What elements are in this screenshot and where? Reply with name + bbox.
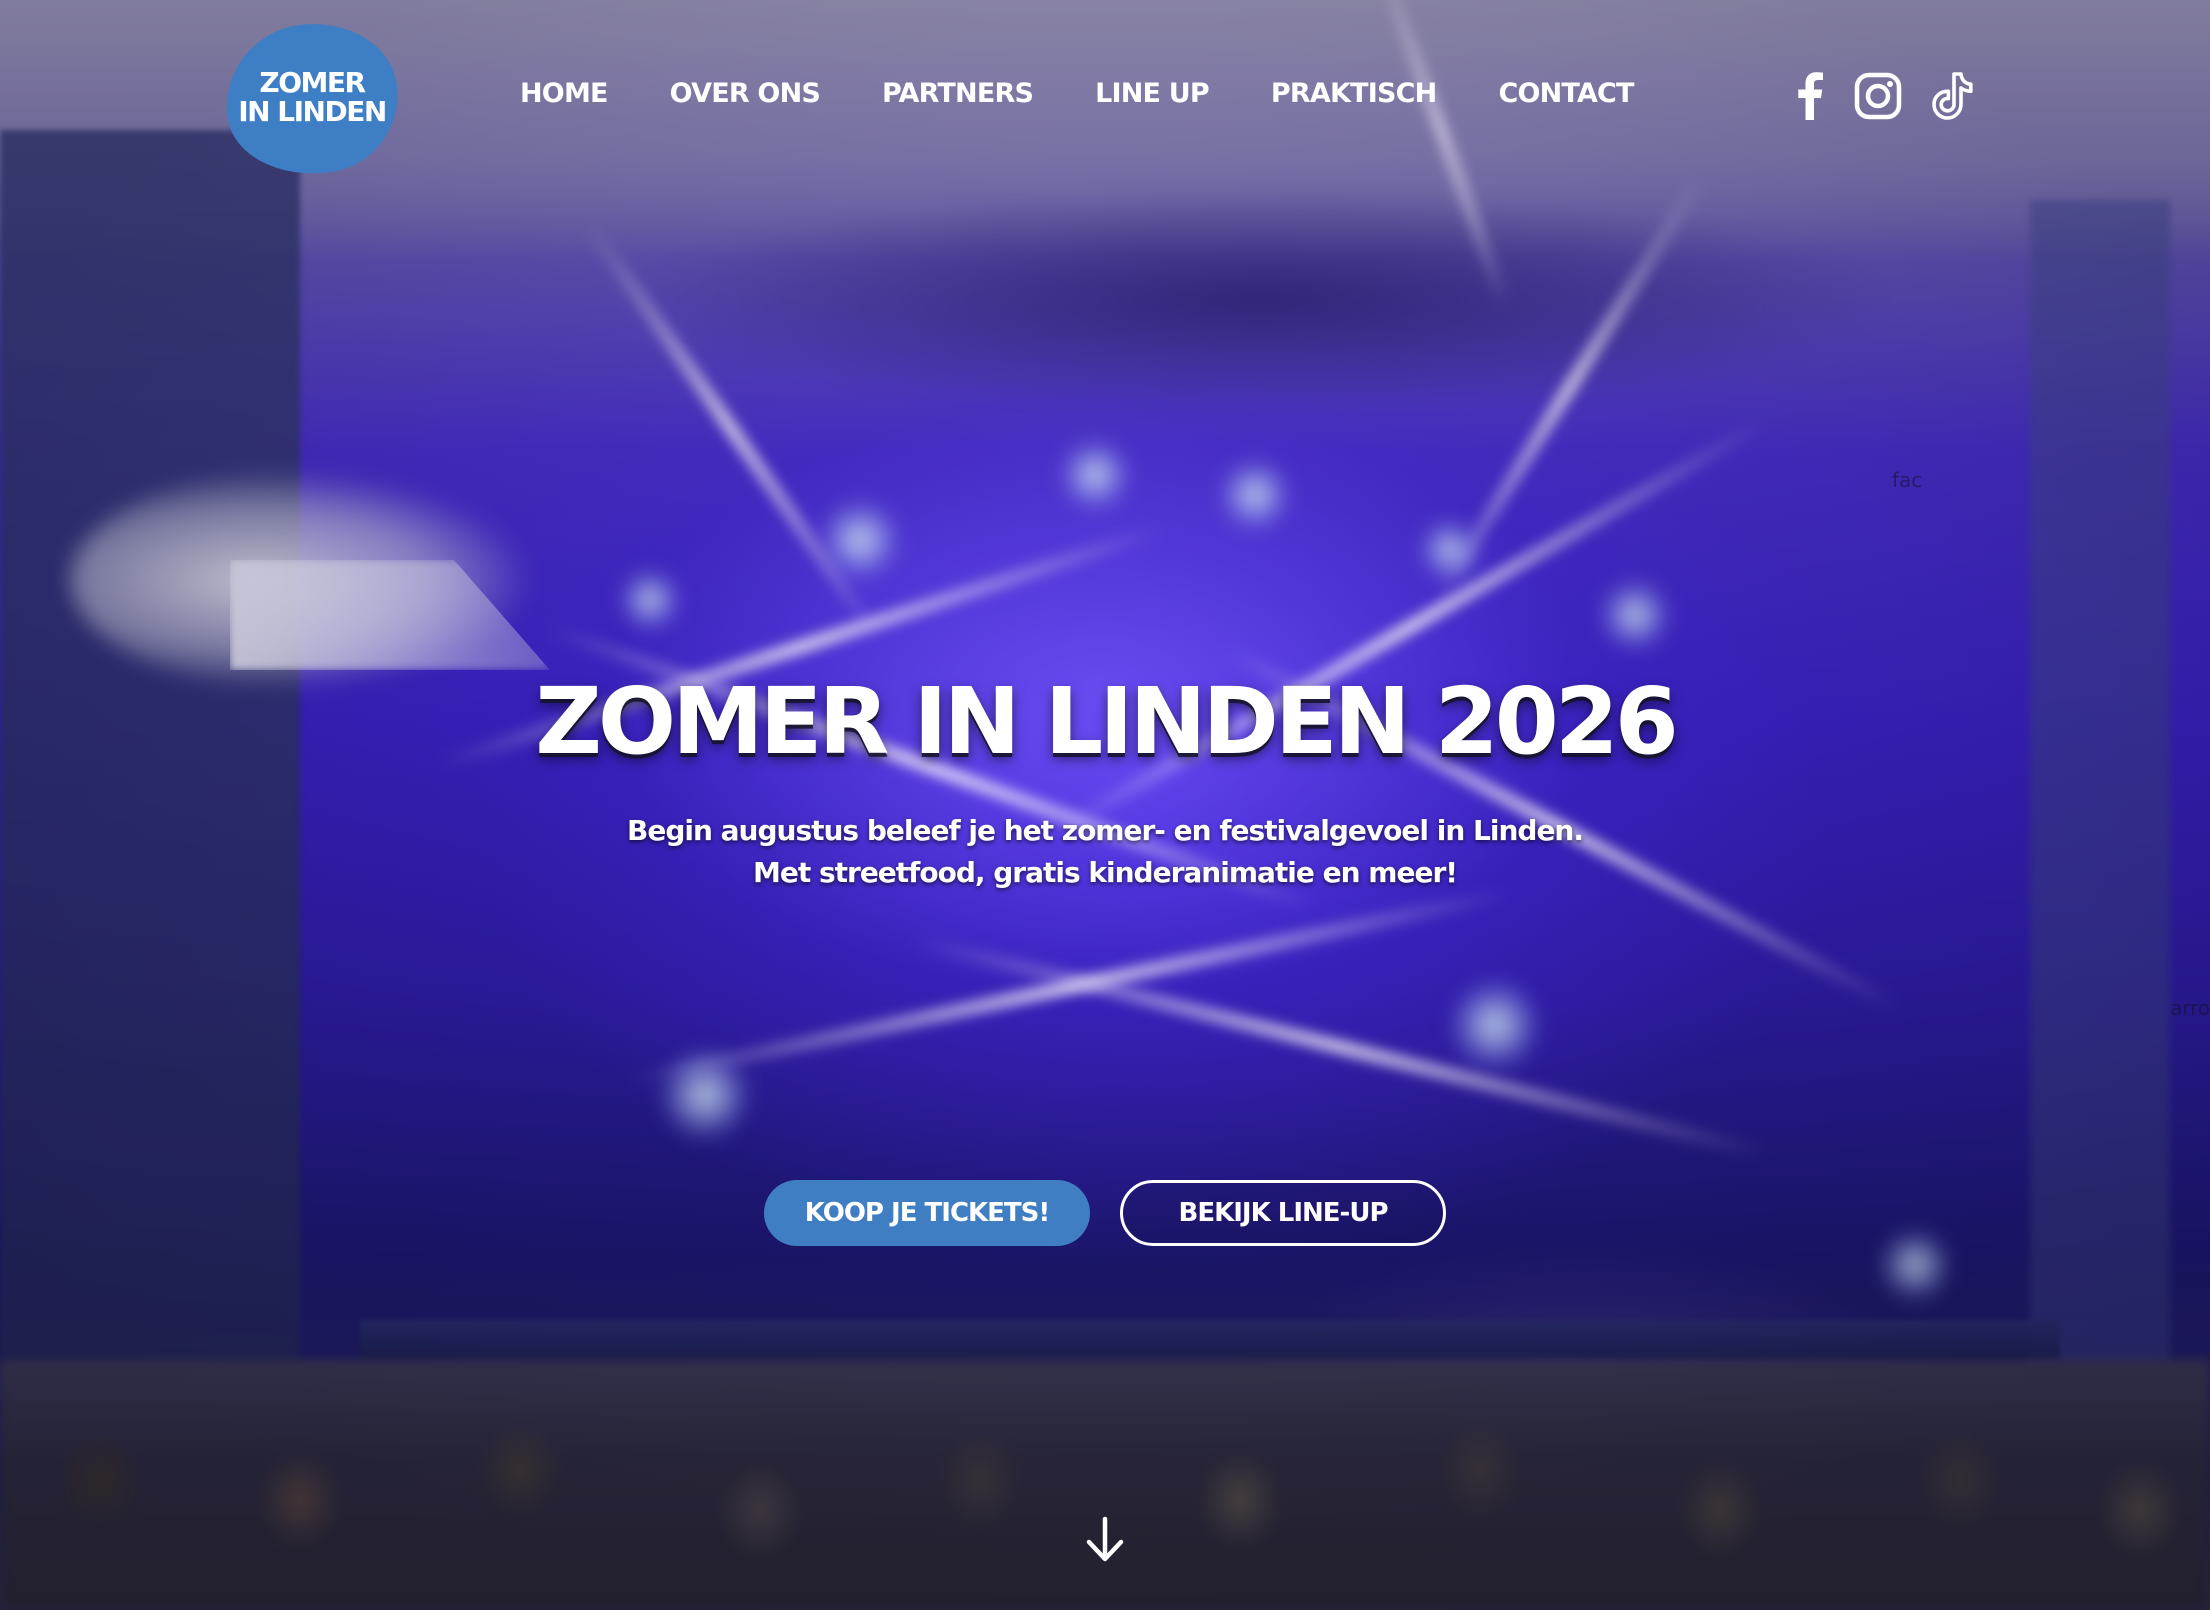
facebook-icon[interactable] <box>1796 72 1824 120</box>
hero-background <box>0 0 2210 1610</box>
nav-item-line-up[interactable]: LINE UP <box>1095 78 1210 109</box>
main-nav: HOME OVER ONS PARTNERS LINE UP PRAKTISCH… <box>520 78 1634 109</box>
buy-tickets-button[interactable]: KOOP JE TICKETS! <box>764 1180 1090 1246</box>
edge-label-arro: arro <box>2170 996 2210 1020</box>
nav-item-partners[interactable]: PARTNERS <box>882 78 1034 109</box>
hero-subtitle-line-2: Met streetfood, gratis kinderanimatie en… <box>752 856 1458 889</box>
nav-item-praktisch[interactable]: PRAKTISCH <box>1271 78 1437 109</box>
tiktok-icon[interactable] <box>1932 72 1974 120</box>
nav-item-over-ons[interactable]: OVER ONS <box>670 78 821 109</box>
hero-title: ZOMER IN LINDEN 2026 <box>535 668 1679 775</box>
social-links <box>1796 72 1974 120</box>
logo-line-2: IN LINDEN <box>238 95 387 128</box>
hero-subtitle-line-1: Begin augustus beleef je het zomer- en f… <box>626 814 1584 847</box>
nav-item-home[interactable]: HOME <box>520 78 608 109</box>
vignette-overlay <box>0 0 2210 1610</box>
view-lineup-button[interactable]: BEKIJK LINE-UP <box>1120 1180 1446 1246</box>
edge-label-fac: fac <box>1892 468 1923 492</box>
nav-item-contact[interactable]: CONTACT <box>1498 78 1634 109</box>
instagram-icon[interactable] <box>1854 72 1902 120</box>
logo-text: ZOMER IN LINDEN <box>226 68 398 126</box>
arrow-down-icon[interactable] <box>1084 1516 1126 1564</box>
hero-subtitle: Begin augustus beleef je het zomer- en f… <box>0 810 2210 894</box>
logo-line-1: ZOMER <box>259 66 366 99</box>
site-logo[interactable]: ZOMER IN LINDEN <box>216 12 408 186</box>
